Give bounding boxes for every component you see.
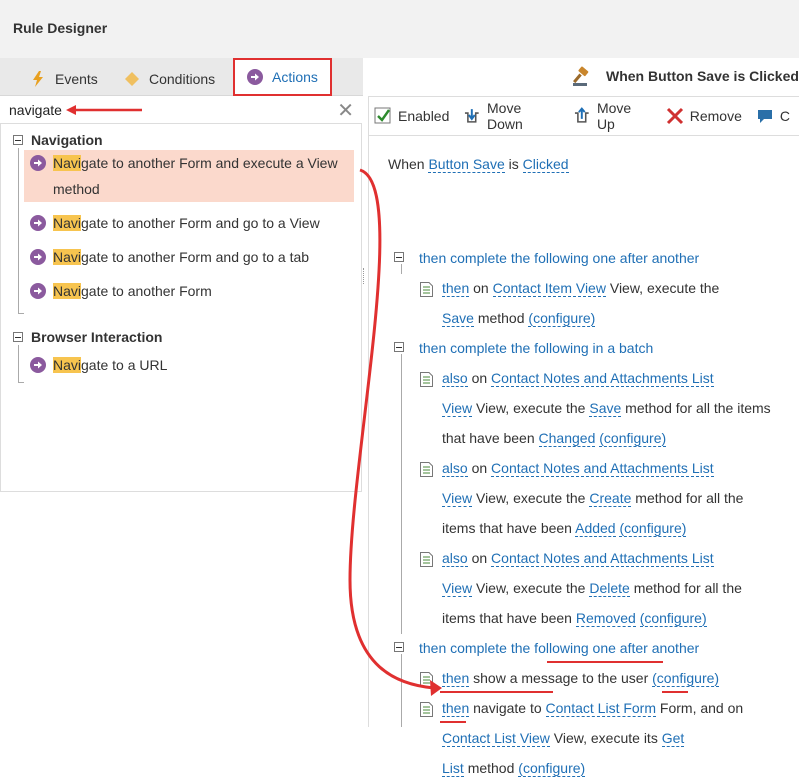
action-line: that have been Changed (configure) [442, 430, 667, 447]
configure-link[interactable]: (configure) [619, 520, 687, 537]
group-navigation[interactable]: Navigation [13, 132, 103, 148]
list-item[interactable]: Navigate to another Form [24, 278, 354, 304]
tab-bar: Events Conditions Actions [0, 58, 363, 96]
action-line: View View, execute the Save method for a… [442, 400, 771, 417]
group-browser-interaction[interactable]: Browser Interaction [13, 329, 162, 345]
tab-actions[interactable]: Actions [233, 58, 332, 96]
comment-bubble-icon [757, 110, 772, 123]
left-panel: Events Conditions Actions navigate ✕ Nav… [0, 58, 363, 492]
tree-line [18, 382, 24, 383]
annotation-underline [547, 661, 663, 663]
block-one-after-another[interactable]: then complete the following one after an… [419, 250, 699, 266]
document-icon [420, 702, 433, 717]
contact-item-view-link[interactable]: Contact Item View [492, 280, 606, 297]
move-down-button[interactable]: Move Down [463, 100, 559, 132]
window-title: Rule Designer [13, 20, 108, 36]
action-line: also on Contact Notes and Attachments Li… [442, 370, 714, 387]
tree-line [18, 148, 19, 314]
rule-header: When Button Save is Clicked [368, 58, 799, 96]
checkbox-checked-icon [374, 107, 391, 124]
diamond-icon [125, 72, 139, 86]
search-input[interactable]: navigate [9, 102, 62, 118]
collapse-icon[interactable] [13, 332, 23, 342]
tree-line [18, 345, 19, 383]
annotation-arrow-icon [66, 105, 142, 115]
list-item[interactable]: Navigate to another Form and execute a V… [24, 150, 354, 202]
title-bar: Rule Designer [0, 0, 799, 58]
action-line: then on Contact Item View View, execute … [442, 280, 720, 297]
tree-line [18, 313, 24, 314]
configure-link[interactable]: (configure) [639, 610, 707, 627]
block-one-after-another[interactable]: then complete the following one after an… [419, 640, 699, 656]
contact-list-form-link[interactable]: Contact List Form [545, 700, 657, 717]
arrow-circle-icon [30, 357, 46, 373]
clicked-link[interactable]: Clicked [522, 156, 569, 173]
tab-events[interactable]: Events [30, 62, 98, 96]
action-line: also on Contact Notes and Attachments Li… [442, 460, 714, 477]
enabled-checkbox[interactable]: Enabled [374, 107, 449, 125]
arrow-circle-icon [30, 283, 46, 299]
arrow-circle-icon [30, 249, 46, 265]
action-line: Contact List View View, execute its Get [442, 730, 685, 747]
move-up-button[interactable]: Move Up [573, 100, 651, 132]
annotation-curve-arrow-icon [348, 168, 442, 696]
move-up-icon [575, 107, 589, 123]
configure-link[interactable]: (configure) [528, 310, 596, 327]
action-line: also on Contact Notes and Attachments Li… [442, 550, 714, 567]
toolbar: Enabled Move Down Move Up Remove C [368, 96, 799, 136]
configure-link[interactable]: (configure) [652, 670, 720, 687]
remove-x-icon [666, 107, 683, 125]
arrow-circle-icon [30, 215, 46, 231]
block-batch[interactable]: then complete the following in a batch [419, 340, 653, 356]
lightning-icon [33, 71, 43, 87]
action-line: List method (configure) [442, 760, 586, 777]
rule-title: When Button Save is Clicked [606, 68, 799, 84]
move-down-icon [465, 109, 480, 123]
arrow-circle-icon [247, 69, 263, 85]
tab-conditions[interactable]: Conditions [124, 62, 215, 96]
collapse-icon[interactable] [13, 135, 23, 145]
configure-link[interactable]: (configure) [599, 430, 667, 447]
gavel-icon [573, 66, 589, 86]
action-line: View View, execute the Delete method for… [442, 580, 742, 597]
annotation-underline [662, 691, 688, 693]
comment-button[interactable]: C [756, 107, 790, 125]
list-item[interactable]: Navigate to another Form and go to a tab [24, 244, 354, 270]
remove-button[interactable]: Remove [666, 107, 742, 125]
configure-link[interactable]: (configure) [518, 760, 586, 777]
list-item[interactable]: Navigate to another Form and go to a Vie… [24, 210, 354, 236]
clear-search-icon[interactable]: ✕ [337, 98, 354, 123]
annotation-underline [440, 721, 466, 723]
action-line: items that have been Added (configure) [442, 520, 687, 537]
contact-list-view-link[interactable]: Contact List View [442, 730, 550, 747]
action-line: View View, execute the Create method for… [442, 490, 744, 507]
action-tree: Navigation Navigate to another Form and … [0, 124, 362, 492]
action-line: Save method (configure) [442, 310, 596, 327]
arrow-circle-icon [30, 155, 46, 171]
annotation-underline [440, 691, 553, 693]
action-line: then navigate to Contact List Form Form,… [442, 700, 744, 717]
action-line: then show a message to the user (configu… [442, 670, 720, 687]
list-item[interactable]: Navigate to a URL [24, 352, 354, 378]
search-box[interactable]: navigate ✕ [0, 96, 362, 124]
action-line: items that have been Removed (configure) [442, 610, 707, 627]
